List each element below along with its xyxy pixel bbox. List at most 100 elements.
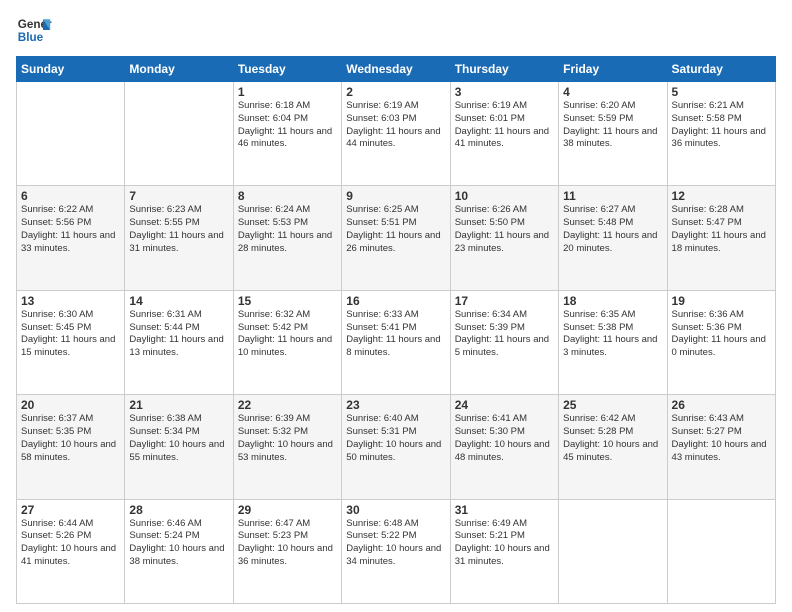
- day-info: Sunset: 6:03 PM: [346, 113, 445, 126]
- day-info: Sunset: 5:35 PM: [21, 426, 120, 439]
- day-info: Daylight: 10 hours and 41 minutes.: [21, 543, 120, 569]
- day-number: 25: [563, 398, 662, 412]
- table-row: 2Sunrise: 6:19 AMSunset: 6:03 PMDaylight…: [342, 82, 450, 186]
- day-number: 16: [346, 294, 445, 308]
- day-info: Sunset: 5:30 PM: [455, 426, 554, 439]
- day-info: Sunrise: 6:48 AM: [346, 518, 445, 531]
- table-row: 28Sunrise: 6:46 AMSunset: 5:24 PMDayligh…: [125, 499, 233, 603]
- table-row: 20Sunrise: 6:37 AMSunset: 5:35 PMDayligh…: [17, 395, 125, 499]
- day-info: Daylight: 11 hours and 5 minutes.: [455, 334, 554, 360]
- table-row: 8Sunrise: 6:24 AMSunset: 5:53 PMDaylight…: [233, 186, 341, 290]
- col-wednesday: Wednesday: [342, 57, 450, 82]
- day-info: Daylight: 11 hours and 26 minutes.: [346, 230, 445, 256]
- day-number: 18: [563, 294, 662, 308]
- day-number: 11: [563, 189, 662, 203]
- day-info: Sunset: 5:32 PM: [238, 426, 337, 439]
- day-info: Sunset: 5:34 PM: [129, 426, 228, 439]
- day-number: 10: [455, 189, 554, 203]
- day-info: Sunrise: 6:34 AM: [455, 309, 554, 322]
- day-info: Sunrise: 6:35 AM: [563, 309, 662, 322]
- day-info: Sunset: 5:59 PM: [563, 113, 662, 126]
- day-info: Daylight: 10 hours and 43 minutes.: [672, 439, 771, 465]
- day-info: Sunrise: 6:30 AM: [21, 309, 120, 322]
- page: General Blue Sunday Monday Tuesday Wedne…: [0, 0, 792, 612]
- table-row: 25Sunrise: 6:42 AMSunset: 5:28 PMDayligh…: [559, 395, 667, 499]
- day-info: Sunset: 5:47 PM: [672, 217, 771, 230]
- day-info: Sunrise: 6:38 AM: [129, 413, 228, 426]
- day-info: Sunset: 5:50 PM: [455, 217, 554, 230]
- table-row: 16Sunrise: 6:33 AMSunset: 5:41 PMDayligh…: [342, 290, 450, 394]
- day-info: Sunrise: 6:36 AM: [672, 309, 771, 322]
- day-info: Sunrise: 6:27 AM: [563, 204, 662, 217]
- day-info: Daylight: 11 hours and 20 minutes.: [563, 230, 662, 256]
- day-number: 17: [455, 294, 554, 308]
- day-info: Sunset: 5:44 PM: [129, 322, 228, 335]
- col-sunday: Sunday: [17, 57, 125, 82]
- table-row: 6Sunrise: 6:22 AMSunset: 5:56 PMDaylight…: [17, 186, 125, 290]
- day-info: Sunset: 5:45 PM: [21, 322, 120, 335]
- calendar-week-row: 20Sunrise: 6:37 AMSunset: 5:35 PMDayligh…: [17, 395, 776, 499]
- day-info: Sunrise: 6:40 AM: [346, 413, 445, 426]
- calendar-week-row: 13Sunrise: 6:30 AMSunset: 5:45 PMDayligh…: [17, 290, 776, 394]
- day-info: Daylight: 11 hours and 46 minutes.: [238, 126, 337, 152]
- day-number: 15: [238, 294, 337, 308]
- day-info: Sunset: 5:41 PM: [346, 322, 445, 335]
- day-info: Sunrise: 6:42 AM: [563, 413, 662, 426]
- day-number: 27: [21, 503, 120, 517]
- day-number: 29: [238, 503, 337, 517]
- table-row: 27Sunrise: 6:44 AMSunset: 5:26 PMDayligh…: [17, 499, 125, 603]
- day-number: 14: [129, 294, 228, 308]
- table-row: 10Sunrise: 6:26 AMSunset: 5:50 PMDayligh…: [450, 186, 558, 290]
- day-number: 24: [455, 398, 554, 412]
- day-info: Sunset: 5:39 PM: [455, 322, 554, 335]
- day-info: Daylight: 11 hours and 0 minutes.: [672, 334, 771, 360]
- day-number: 12: [672, 189, 771, 203]
- day-info: Daylight: 10 hours and 34 minutes.: [346, 543, 445, 569]
- day-info: Daylight: 11 hours and 3 minutes.: [563, 334, 662, 360]
- day-number: 19: [672, 294, 771, 308]
- day-info: Sunrise: 6:33 AM: [346, 309, 445, 322]
- table-row: [667, 499, 775, 603]
- day-info: Sunrise: 6:19 AM: [346, 100, 445, 113]
- table-row: 7Sunrise: 6:23 AMSunset: 5:55 PMDaylight…: [125, 186, 233, 290]
- generalblue-logo-icon: General Blue: [16, 12, 52, 48]
- day-info: Daylight: 11 hours and 18 minutes.: [672, 230, 771, 256]
- table-row: 1Sunrise: 6:18 AMSunset: 6:04 PMDaylight…: [233, 82, 341, 186]
- table-row: 22Sunrise: 6:39 AMSunset: 5:32 PMDayligh…: [233, 395, 341, 499]
- day-info: Sunset: 5:27 PM: [672, 426, 771, 439]
- table-row: 21Sunrise: 6:38 AMSunset: 5:34 PMDayligh…: [125, 395, 233, 499]
- day-info: Sunrise: 6:49 AM: [455, 518, 554, 531]
- day-info: Daylight: 11 hours and 23 minutes.: [455, 230, 554, 256]
- table-row: 26Sunrise: 6:43 AMSunset: 5:27 PMDayligh…: [667, 395, 775, 499]
- day-number: 6: [21, 189, 120, 203]
- table-row: 17Sunrise: 6:34 AMSunset: 5:39 PMDayligh…: [450, 290, 558, 394]
- day-info: Daylight: 11 hours and 38 minutes.: [563, 126, 662, 152]
- table-row: [125, 82, 233, 186]
- calendar-table: Sunday Monday Tuesday Wednesday Thursday…: [16, 56, 776, 604]
- day-info: Sunrise: 6:22 AM: [21, 204, 120, 217]
- day-info: Sunrise: 6:43 AM: [672, 413, 771, 426]
- day-info: Sunset: 5:42 PM: [238, 322, 337, 335]
- table-row: 14Sunrise: 6:31 AMSunset: 5:44 PMDayligh…: [125, 290, 233, 394]
- day-number: 3: [455, 85, 554, 99]
- day-number: 23: [346, 398, 445, 412]
- svg-text:Blue: Blue: [18, 31, 44, 44]
- day-info: Daylight: 11 hours and 10 minutes.: [238, 334, 337, 360]
- day-info: Sunrise: 6:31 AM: [129, 309, 228, 322]
- day-info: Daylight: 11 hours and 44 minutes.: [346, 126, 445, 152]
- day-number: 21: [129, 398, 228, 412]
- day-info: Sunset: 5:38 PM: [563, 322, 662, 335]
- table-row: 9Sunrise: 6:25 AMSunset: 5:51 PMDaylight…: [342, 186, 450, 290]
- day-info: Sunrise: 6:46 AM: [129, 518, 228, 531]
- table-row: 31Sunrise: 6:49 AMSunset: 5:21 PMDayligh…: [450, 499, 558, 603]
- day-info: Daylight: 11 hours and 31 minutes.: [129, 230, 228, 256]
- day-info: Sunrise: 6:20 AM: [563, 100, 662, 113]
- day-info: Sunrise: 6:21 AM: [672, 100, 771, 113]
- day-number: 30: [346, 503, 445, 517]
- day-info: Sunrise: 6:23 AM: [129, 204, 228, 217]
- day-info: Sunset: 6:01 PM: [455, 113, 554, 126]
- day-info: Sunrise: 6:28 AM: [672, 204, 771, 217]
- day-info: Sunset: 5:55 PM: [129, 217, 228, 230]
- day-info: Sunrise: 6:18 AM: [238, 100, 337, 113]
- table-row: 19Sunrise: 6:36 AMSunset: 5:36 PMDayligh…: [667, 290, 775, 394]
